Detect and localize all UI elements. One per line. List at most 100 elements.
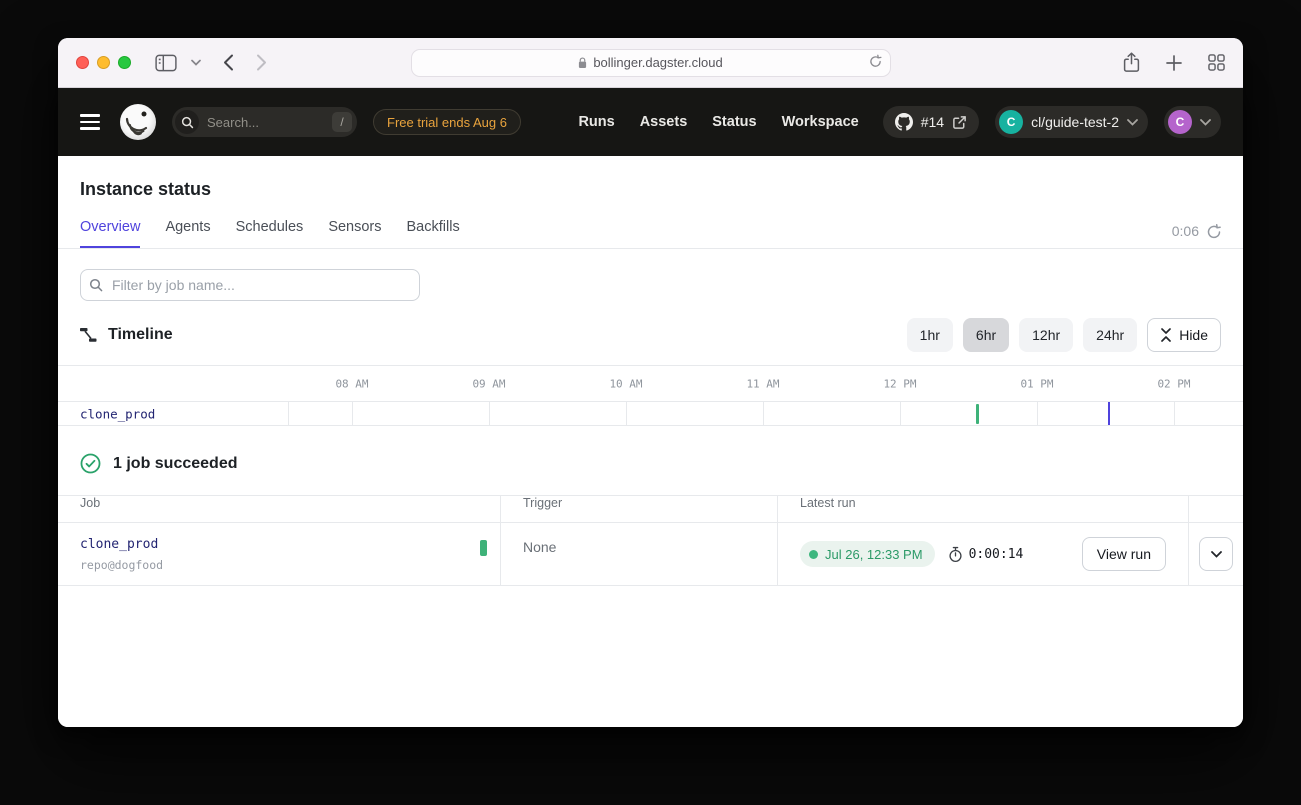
column-header-job: Job	[58, 496, 500, 522]
job-repo-label: repo@dogfood	[80, 558, 478, 572]
timeline-gridline	[1174, 402, 1175, 425]
page-content: Instance status Overview Agents Schedule…	[58, 156, 1243, 727]
search-shortcut-key: /	[332, 112, 352, 132]
external-link-icon	[952, 115, 967, 130]
timeline-gridline	[288, 402, 289, 425]
timeline-title: Timeline	[108, 326, 173, 344]
close-window-button[interactable]	[76, 56, 89, 69]
nav-link-status[interactable]: Status	[712, 114, 756, 130]
range-1hr-button[interactable]: 1hr	[907, 318, 953, 352]
tab-bar: Overview Agents Schedules Sensors Backfi…	[58, 200, 1243, 249]
timeline-icon	[80, 327, 97, 343]
lane-job-label[interactable]: clone_prod	[80, 406, 155, 421]
trigger-cell: None	[500, 523, 777, 585]
lock-icon	[578, 57, 587, 69]
timeline-chart: 08 AM 09 AM 10 AM 11 AM 12 PM 01 PM 02 P…	[58, 365, 1243, 426]
run-success-marker[interactable]	[976, 404, 979, 424]
row-expand-button[interactable]	[1199, 537, 1233, 571]
nav-link-assets[interactable]: Assets	[640, 114, 688, 130]
user-menu[interactable]: C	[1164, 106, 1221, 138]
global-search[interactable]: Search... /	[172, 107, 357, 137]
hour-label: 10 AM	[609, 377, 642, 390]
chevron-down-icon	[1211, 551, 1222, 558]
table-header-row: Job Trigger Latest run	[58, 495, 1243, 523]
dagster-logo[interactable]	[120, 104, 156, 140]
timeline-gridline	[1037, 402, 1038, 425]
timeline-gridline	[352, 402, 353, 425]
search-placeholder: Search...	[207, 115, 324, 130]
menu-icon[interactable]	[80, 114, 100, 129]
job-name-link[interactable]: clone_prod	[80, 537, 478, 552]
share-icon[interactable]	[1123, 52, 1140, 73]
nav-link-workspace[interactable]: Workspace	[782, 114, 859, 130]
tab-overview-icon[interactable]	[1208, 54, 1225, 71]
run-duration: 0:00:14	[969, 547, 1024, 562]
refresh-icon[interactable]	[1207, 224, 1221, 239]
chevron-down-icon	[1200, 119, 1211, 126]
app-navbar: Search... / Free trial ends Aug 6 Runs A…	[58, 88, 1243, 156]
address-bar[interactable]: bollinger.dagster.cloud	[411, 49, 891, 77]
forward-button[interactable]	[256, 54, 267, 71]
run-status-badge[interactable]: Jul 26, 12:33 PM	[800, 541, 935, 567]
hour-label: 09 AM	[472, 377, 505, 390]
github-icon	[895, 113, 913, 131]
sidebar-toggle-icon[interactable]	[155, 54, 177, 72]
job-cell: clone_prod repo@dogfood	[58, 523, 500, 585]
timeline-gridline	[626, 402, 627, 425]
github-pr-pill[interactable]: #14	[883, 106, 979, 138]
job-filter-input[interactable]	[80, 269, 420, 301]
page-title: Instance status	[80, 179, 1221, 200]
tab-schedules[interactable]: Schedules	[236, 219, 304, 248]
deployment-avatar: C	[999, 110, 1023, 134]
timeline-gridline	[763, 402, 764, 425]
reload-icon[interactable]	[869, 54, 882, 71]
tab-sensors[interactable]: Sensors	[328, 219, 381, 248]
latest-run-cell: Jul 26, 12:33 PM 0:00:14 View run	[777, 523, 1188, 585]
tab-overview[interactable]: Overview	[80, 219, 140, 248]
timeline-axis: 08 AM 09 AM 10 AM 11 AM 12 PM 01 PM 02 P…	[58, 366, 1243, 401]
run-time-label: Jul 26, 12:33 PM	[825, 547, 923, 562]
jobs-summary: 1 job succeeded	[58, 426, 1243, 495]
zoom-window-button[interactable]	[118, 56, 131, 69]
column-header-latest-run: Latest run	[777, 496, 1188, 522]
new-tab-icon[interactable]	[1166, 55, 1182, 71]
hour-label: 12 PM	[883, 377, 916, 390]
hour-label: 11 AM	[746, 377, 779, 390]
chevron-down-icon	[1127, 119, 1138, 126]
timeline-header: Timeline 1hr 6hr 12hr 24hr Hide	[58, 301, 1243, 365]
collapse-vertical-icon	[1160, 328, 1172, 342]
timeline-gridline	[900, 402, 901, 425]
hide-timeline-button[interactable]: Hide	[1147, 318, 1221, 352]
range-24hr-button[interactable]: 24hr	[1083, 318, 1137, 352]
row-actions-cell	[1188, 523, 1243, 585]
window-controls	[76, 56, 131, 69]
hour-label: 08 AM	[335, 377, 368, 390]
success-dot-icon	[809, 550, 818, 559]
jobs-summary-text: 1 job succeeded	[113, 455, 238, 473]
hour-label: 01 PM	[1020, 377, 1053, 390]
back-button[interactable]	[223, 54, 234, 71]
range-6hr-button[interactable]: 6hr	[963, 318, 1009, 352]
tab-backfills[interactable]: Backfills	[407, 219, 460, 248]
nav-link-runs[interactable]: Runs	[578, 114, 614, 130]
column-header-trigger: Trigger	[500, 496, 777, 522]
hour-label: 02 PM	[1157, 377, 1190, 390]
run-history-bar[interactable]	[480, 540, 487, 556]
check-circle-icon	[80, 453, 101, 474]
tab-agents[interactable]: Agents	[165, 219, 210, 248]
timeline-lane-clone-prod: clone_prod	[58, 401, 1243, 426]
deployment-switcher[interactable]: C cl/guide-test-2	[995, 106, 1148, 138]
sidebar-chevron-icon[interactable]	[191, 59, 201, 66]
minimize-window-button[interactable]	[97, 56, 110, 69]
view-run-button[interactable]: View run	[1082, 537, 1166, 571]
timeline-gridline	[489, 402, 490, 425]
trial-badge[interactable]: Free trial ends Aug 6	[373, 109, 521, 135]
github-pr-number: #14	[921, 114, 944, 130]
current-time-marker	[1108, 402, 1110, 425]
range-12hr-button[interactable]: 12hr	[1019, 318, 1073, 352]
column-header-actions	[1188, 496, 1243, 522]
url-text: bollinger.dagster.cloud	[593, 55, 722, 70]
jobs-table: Job Trigger Latest run clone_prod repo@d…	[58, 495, 1243, 586]
table-row: clone_prod repo@dogfood None Jul 26, 12:…	[58, 523, 1243, 586]
browser-toolbar: bollinger.dagster.cloud	[58, 38, 1243, 88]
